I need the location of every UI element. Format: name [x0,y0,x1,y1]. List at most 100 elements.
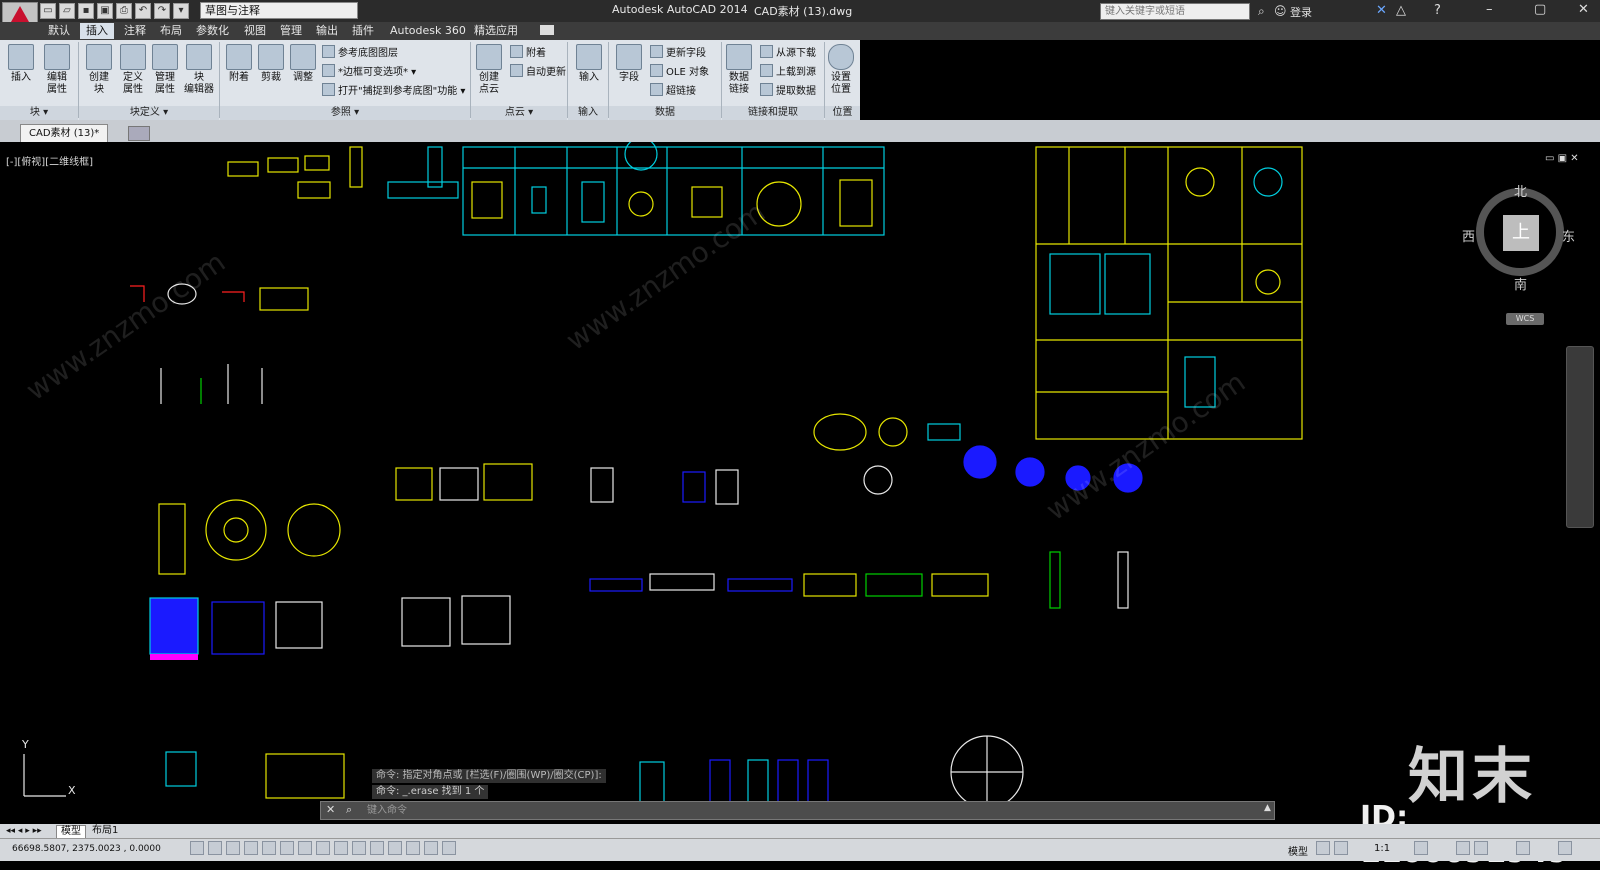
dynamic-ucs-icon[interactable] [334,841,348,855]
quick-view-drawings-icon[interactable] [1334,841,1348,855]
tab-default[interactable]: 默认 [42,23,76,39]
ortho-mode-icon[interactable] [244,841,258,855]
attach-button[interactable]: 附着 [224,44,254,84]
create-point-cloud-button[interactable]: 创建 点云 [474,44,504,96]
object-snap-tracking-icon[interactable] [316,841,330,855]
annotation-monitor-icon[interactable] [442,841,456,855]
undo-icon[interactable]: ↶ [135,3,151,19]
tab-plugins[interactable]: 插件 [346,23,380,39]
block-editor-button[interactable]: 块 编辑器 [184,44,214,96]
close-command-icon[interactable]: ✕ [326,803,335,816]
frames-vary-dropdown[interactable]: *边框可变选项* ▾ [322,64,416,78]
a360-icon[interactable]: △ [1396,3,1406,18]
user-icon[interactable]: ☺ [1274,4,1287,18]
snap-to-underlay-button[interactable]: 打开"捕捉到参考底图"功能 ▾ [322,83,465,97]
dropdown-icon[interactable]: ▾ [173,3,189,19]
infer-constraints-icon[interactable] [190,841,204,855]
tab-parametric[interactable]: 参数化 [190,23,235,39]
object-snap-icon[interactable] [280,841,294,855]
tab-insert[interactable]: 插入 [80,23,114,39]
tab-model[interactable]: 模型 [56,825,86,839]
save-icon[interactable]: ▪ [78,3,94,19]
define-attributes-button[interactable]: 定义 属性 [118,44,148,96]
update-fields-button[interactable]: 更新字段 [650,45,706,59]
viewport-controls-label[interactable]: [-][俯视][二维线框] [6,153,93,168]
isolate-objects-icon[interactable] [1516,841,1530,855]
close-icon[interactable]: ✕ [1578,2,1589,17]
command-search-icon[interactable]: ⌕ [346,803,352,817]
underlay-layers-button[interactable]: 参考底图图层 [322,45,398,59]
3d-object-snap-icon[interactable] [298,841,312,855]
toolbar-lock-icon[interactable] [1474,841,1488,855]
quick-properties-icon[interactable] [406,841,420,855]
new-file-icon[interactable]: ▭ [40,3,56,19]
block-definition-panel-footer[interactable]: 块定义 ▾ [79,106,219,120]
transparency-icon[interactable] [388,841,402,855]
navigation-bar[interactable] [1566,346,1594,528]
tab-autodesk-360[interactable]: Autodesk 360 [384,23,472,39]
tab-view[interactable]: 视图 [238,23,272,39]
ribbon-toggle-icon[interactable] [540,25,554,35]
block-panel-footer[interactable]: 块 ▾ [0,106,78,120]
annotation-visibility-icon[interactable] [1414,841,1428,855]
extract-data-button[interactable]: 提取数据 [760,83,816,97]
grid-display-icon[interactable] [226,841,240,855]
ole-object-button[interactable]: OLE 对象 [650,64,709,78]
selection-cycling-icon[interactable] [424,841,438,855]
coordinates-readout[interactable]: 66698.5807, 2375.0023 , 0.0000 [12,844,161,854]
model-space-button[interactable]: 模型 [1288,843,1308,858]
tab-output[interactable]: 输出 [310,23,344,39]
tab-layout[interactable]: 布局 [154,23,188,39]
download-from-source-button[interactable]: 从源下载 [760,45,816,59]
hyperlink-button[interactable]: 超链接 [650,83,696,97]
adjust-button[interactable]: 调整 [288,44,318,84]
insert-block-button[interactable]: 插入 [6,44,36,84]
tab-featured-apps[interactable]: 精选应用 [468,23,524,39]
new-tab-icon[interactable] [128,126,150,141]
workspace-switching-icon[interactable] [1456,841,1470,855]
drawing-canvas[interactable]: Y X [0,137,1600,809]
lineweight-icon[interactable] [370,841,384,855]
login-button[interactable]: 登录 [1290,4,1312,20]
redo-icon[interactable]: ↷ [154,3,170,19]
compass-north[interactable]: 北 [1514,181,1527,200]
open-file-icon[interactable]: ▱ [59,3,75,19]
dynamic-input-icon[interactable] [352,841,366,855]
snap-mode-icon[interactable] [208,841,222,855]
document-tab[interactable]: CAD素材 (13)* [20,124,109,143]
maximize-icon[interactable]: ▢ [1534,2,1546,17]
command-input[interactable]: 键入命令 [320,801,1275,820]
workspace-select[interactable]: 草图与注释 [200,2,358,19]
clip-button[interactable]: 剪裁 [256,44,286,84]
polar-tracking-icon[interactable] [262,841,276,855]
compass-west[interactable]: 西 [1462,226,1475,245]
layout-nav-arrows-icon[interactable]: ◂◂ ◂ ▸ ▸▸ [6,826,42,836]
data-link-button[interactable]: 数据 链接 [724,44,754,96]
help-icon[interactable]: ? [1434,3,1441,18]
field-button[interactable]: 字段 [614,44,644,84]
command-history-toggle-icon[interactable]: ▲ [1264,803,1271,813]
pointcloud-panel-footer[interactable]: 点云 ▾ [471,106,567,120]
set-location-button[interactable]: 设置 位置 [826,44,856,96]
binoculars-icon[interactable]: ⌕ [1258,4,1265,19]
create-block-button[interactable]: 创建 块 [84,44,114,96]
tab-layout1[interactable]: 布局1 [88,825,122,837]
edit-attributes-button[interactable]: 编辑 属性 [42,44,72,96]
compass-east[interactable]: 东 [1562,226,1575,245]
compass-south[interactable]: 南 [1514,274,1527,293]
save-as-icon[interactable]: ▣ [97,3,113,19]
pointcloud-attach-button[interactable]: 附着 [510,45,546,59]
import-button[interactable]: 输入 [574,44,604,84]
tab-annotate[interactable]: 注释 [118,23,152,39]
tab-manage[interactable]: 管理 [274,23,308,39]
auto-update-button[interactable]: 自动更新 [510,64,566,78]
clean-screen-icon[interactable] [1558,841,1572,855]
annotation-scale[interactable]: 1:1 [1374,843,1390,854]
manage-attributes-button[interactable]: 管理 属性 [150,44,180,96]
print-icon[interactable]: ⎙ [116,3,132,19]
quick-view-layouts-icon[interactable] [1316,841,1330,855]
wcs-menu[interactable]: WCS [1506,313,1544,325]
viewport-restore-icon[interactable]: ▭ ▣ ✕ [1545,153,1579,164]
search-input[interactable]: 键入关键字或短语 [1100,3,1250,20]
reference-panel-footer[interactable]: 参照 ▾ [220,106,470,120]
